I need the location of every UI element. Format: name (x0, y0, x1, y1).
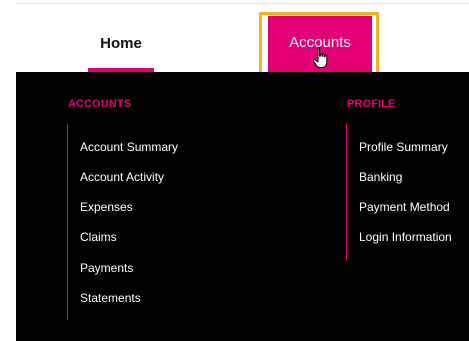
menu-item-expenses[interactable]: Expenses (80, 200, 133, 214)
menu-item-payment-method[interactable]: Payment Method (359, 200, 450, 214)
menu-item-payments[interactable]: Payments (80, 261, 133, 275)
menu-item-account-activity[interactable]: Account Activity (80, 170, 164, 184)
menu-item-account-summary[interactable]: Account Summary (80, 140, 178, 154)
top-nav: Home Accounts (0, 0, 469, 77)
menu-item-login-information[interactable]: Login Information (359, 230, 452, 244)
accounts-heading: ACCOUNTS (68, 98, 132, 110)
tab-home-label: Home (100, 35, 142, 52)
tab-home[interactable]: Home (74, 20, 168, 72)
hand-pointer-icon (312, 47, 328, 68)
menu-item-banking[interactable]: Banking (359, 170, 402, 184)
accounts-dropdown-menu: ACCOUNTS Account Summary Account Activit… (16, 72, 469, 341)
menu-item-profile-summary[interactable]: Profile Summary (359, 140, 448, 154)
menu-item-statements[interactable]: Statements (80, 291, 141, 305)
profile-column-rule (346, 124, 347, 260)
accounts-column-rule (67, 124, 68, 320)
menu-item-claims[interactable]: Claims (80, 230, 117, 244)
profile-heading: PROFILE (347, 98, 396, 110)
